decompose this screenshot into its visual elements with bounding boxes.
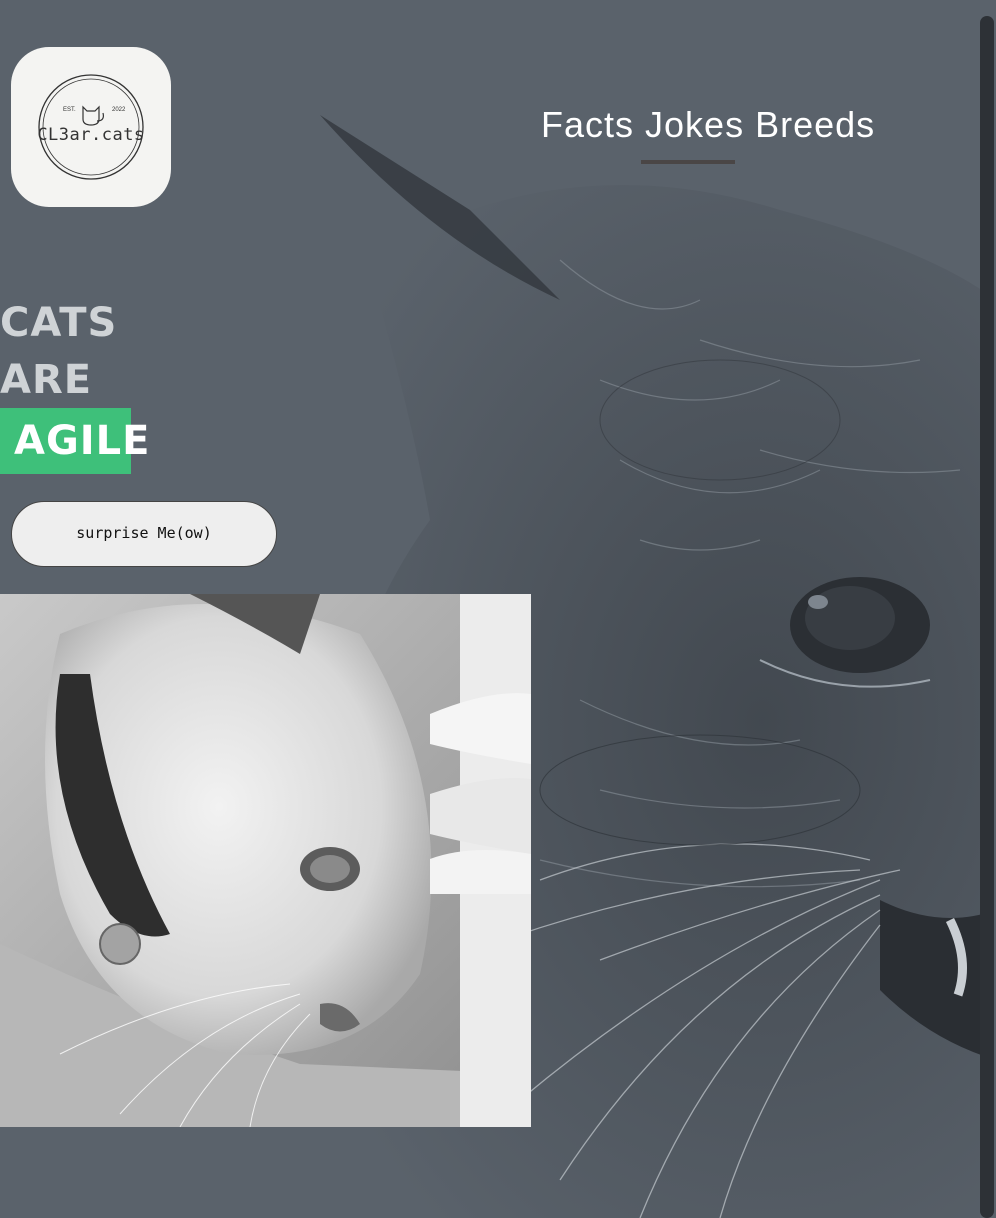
main-nav: Facts Jokes Breeds	[541, 104, 875, 146]
site-logo[interactable]: EST. 2022 CL3ar.cats	[11, 47, 171, 207]
headline-line-2: ARE	[0, 357, 93, 403]
kitten-photo	[0, 594, 531, 1127]
nav-active-underline	[641, 160, 735, 164]
logo-text: CL3ar.cats	[37, 125, 145, 145]
nav-link-breeds[interactable]: Breeds	[755, 104, 875, 145]
logo-est-label: EST.	[63, 107, 76, 113]
headline-highlight-word: AGILE	[0, 408, 149, 474]
nav-link-facts[interactable]: Facts	[541, 104, 634, 145]
scrollbar-thumb[interactable]	[980, 16, 994, 1218]
nav-link-jokes[interactable]: Jokes	[645, 104, 744, 145]
headline-line-1: CATS	[0, 300, 118, 346]
logo-year-label: 2022	[112, 107, 126, 113]
surprise-me-button[interactable]: surprise Me(ow)	[11, 501, 277, 567]
